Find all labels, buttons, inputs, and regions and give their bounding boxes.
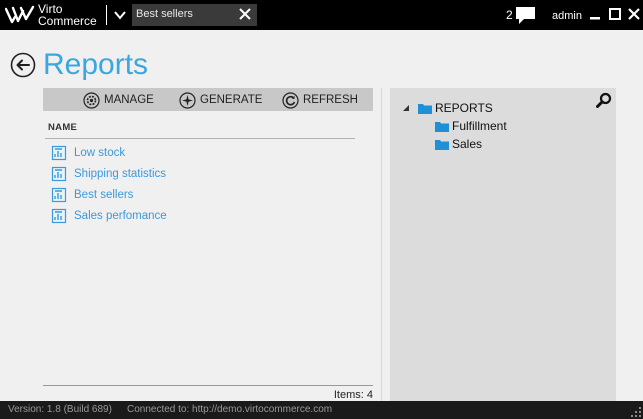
expand-arrow-icon[interactable]	[402, 104, 410, 112]
folder-icon	[435, 121, 449, 132]
manage-button[interactable]: MANAGE	[83, 91, 154, 109]
search-icon[interactable]	[596, 92, 612, 108]
tree-node-reports[interactable]: REPORTS	[402, 101, 493, 115]
tab-label: Best sellers	[136, 8, 193, 20]
generate-button[interactable]: GENERATE	[179, 91, 262, 109]
items-count: Items: 4	[333, 389, 373, 401]
list-item-label: Shipping statistics	[74, 167, 167, 180]
report-list: Low stock Shipping statistics Best selle…	[51, 142, 167, 226]
report-document-icon	[51, 187, 67, 202]
close-window-icon[interactable]	[627, 7, 641, 21]
refresh-button[interactable]: REFRESH	[282, 91, 358, 109]
chevron-down-icon[interactable]	[112, 7, 128, 23]
list-item[interactable]: Sales perfomance	[51, 205, 167, 226]
refresh-icon	[282, 91, 299, 109]
list-item[interactable]: Best sellers	[51, 184, 167, 205]
manage-label: MANAGE	[104, 94, 154, 106]
list-footer-divider	[43, 385, 373, 386]
reports-list-blade: MANAGE GENERATE REFRESH NAME Low stock S…	[43, 88, 373, 401]
logo-line-2: Commerce	[38, 14, 97, 28]
tree-node-label: Sales	[452, 137, 483, 151]
resize-grip-icon[interactable]	[631, 407, 641, 417]
app-logo-text: Virto Commerce	[38, 3, 97, 27]
version-text: Version: 1.8 (Build 689)	[8, 404, 112, 415]
tree-node-sales[interactable]: Sales	[435, 137, 482, 151]
notification-count[interactable]: 2	[506, 8, 513, 22]
tree-node-label: Fulfillment	[452, 119, 507, 133]
connection-text: Connected to: http://demo.virtocommerce.…	[127, 404, 333, 415]
list-item[interactable]: Low stock	[51, 142, 167, 163]
column-header-name[interactable]: NAME	[48, 122, 77, 133]
report-tree-blade: REPORTS Fulfillment Sales	[390, 88, 616, 401]
speech-bubble-icon[interactable]	[515, 6, 537, 26]
list-item-label: Low stock	[74, 146, 126, 159]
report-document-icon	[51, 208, 67, 223]
minimize-icon[interactable]	[588, 7, 602, 21]
folder-icon	[418, 103, 432, 114]
header-divider	[106, 5, 107, 25]
tab-best-sellers[interactable]: Best sellers	[132, 4, 257, 26]
refresh-label: REFRESH	[303, 94, 358, 106]
virto-logo-icon	[5, 5, 35, 24]
report-document-icon	[51, 166, 67, 181]
main-area: Reports MANAGE GENERATE REFRESH NAME Low…	[0, 30, 643, 401]
toolbar: MANAGE GENERATE REFRESH	[43, 88, 373, 111]
generate-label: GENERATE	[200, 94, 263, 106]
tree-node-fulfillment[interactable]: Fulfillment	[435, 119, 507, 133]
header-divider-line	[45, 138, 355, 139]
list-item-label: Best sellers	[74, 188, 134, 201]
page-title: Reports	[43, 48, 149, 81]
close-icon[interactable]	[238, 7, 252, 21]
blade-divider	[381, 88, 382, 401]
user-name[interactable]: admin	[552, 10, 582, 22]
maximize-icon[interactable]	[608, 7, 622, 21]
list-item-label: Sales perfomance	[74, 209, 167, 222]
sparkle-icon	[179, 91, 196, 109]
gear-icon	[83, 91, 100, 109]
status-bar: Version: 1.8 (Build 689) Connected to: h…	[0, 401, 643, 419]
tree-node-label: REPORTS	[435, 101, 493, 115]
back-arrow-icon[interactable]	[10, 52, 36, 78]
report-document-icon	[51, 145, 67, 160]
title-bar: Virto Commerce Best sellers 2 admin	[0, 0, 643, 30]
folder-icon	[435, 139, 449, 150]
list-item[interactable]: Shipping statistics	[51, 163, 167, 184]
